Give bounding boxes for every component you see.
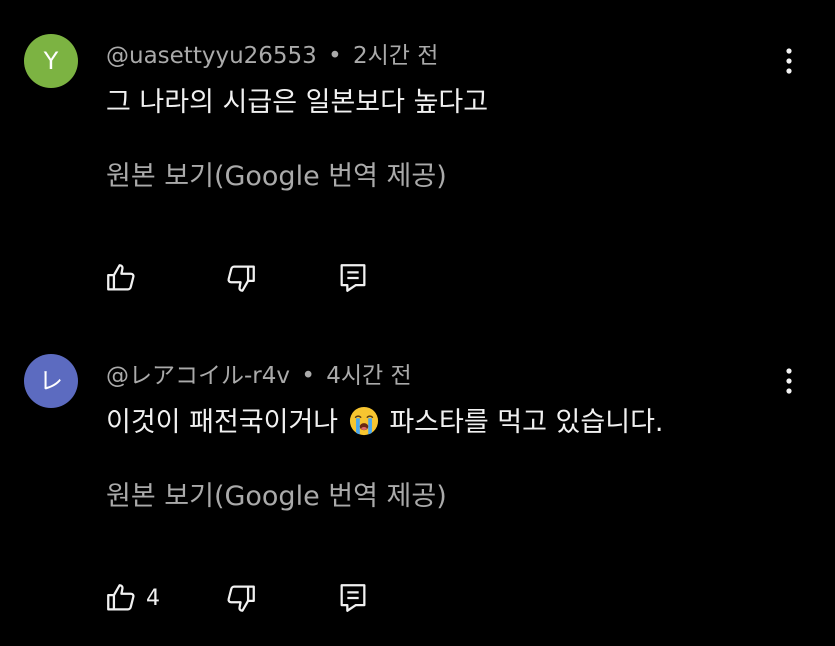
more-options-button[interactable] <box>779 366 799 396</box>
avatar[interactable]: Y <box>24 34 78 88</box>
loudly-crying-face-icon <box>349 406 378 436</box>
reply-icon <box>340 264 366 292</box>
comment-text: 이것이 패전국이거나 파스타를 먹고 있습니다. <box>106 400 664 439</box>
avatar[interactable]: レ <box>24 354 78 408</box>
avatar-letter: レ <box>39 367 63 395</box>
see-original-link[interactable]: 원본 보기(Google 번역 제공) <box>106 154 447 193</box>
more-vert-icon <box>786 368 792 394</box>
dislike-button[interactable] <box>224 578 258 618</box>
reply-button[interactable] <box>336 578 370 618</box>
comment-text-part: 이것이 패전국이거나 <box>106 407 339 438</box>
reply-icon <box>340 584 366 612</box>
more-options-button[interactable] <box>779 46 799 76</box>
see-original-link[interactable]: 원본 보기(Google 번역 제공) <box>106 474 447 513</box>
comment-meta: @レアコイル-r4v • 4시간 전 <box>106 356 412 390</box>
thumbs-up-icon <box>107 584 135 611</box>
author-handle[interactable]: @uasettyyu26553 <box>106 43 317 69</box>
like-button[interactable] <box>104 258 146 298</box>
dislike-button[interactable] <box>224 258 258 298</box>
thumbs-down-icon <box>227 585 255 612</box>
avatar-letter: Y <box>43 47 59 75</box>
reply-button[interactable] <box>336 258 370 298</box>
thumbs-up-icon <box>107 264 135 291</box>
comment-meta: @uasettyyu26553 • 2시간 전 <box>106 36 438 70</box>
thumbs-down-icon <box>227 265 255 292</box>
like-count: 4 <box>146 585 160 611</box>
comment-time[interactable]: 4시간 전 <box>326 363 411 389</box>
author-handle[interactable]: @レアコイル-r4v <box>106 363 290 389</box>
comment-item: Y @uasettyyu26553 • 2시간 전 그 나라의 시급은 일본보다… <box>0 0 835 320</box>
comment-text: 그 나라의 시급은 일본보다 높다고 <box>106 87 489 118</box>
comment-text-part: 파스타를 먹고 있습니다. <box>389 407 664 438</box>
comment-time[interactable]: 2시간 전 <box>353 43 438 69</box>
more-vert-icon <box>786 48 792 74</box>
comment-item: レ @レアコイル-r4v • 4시간 전 이것이 패전국이거나 파스타를 먹고 … <box>0 320 835 646</box>
meta-separator: • <box>328 43 342 69</box>
like-button[interactable]: 4 <box>104 578 160 618</box>
meta-separator: • <box>301 363 315 389</box>
